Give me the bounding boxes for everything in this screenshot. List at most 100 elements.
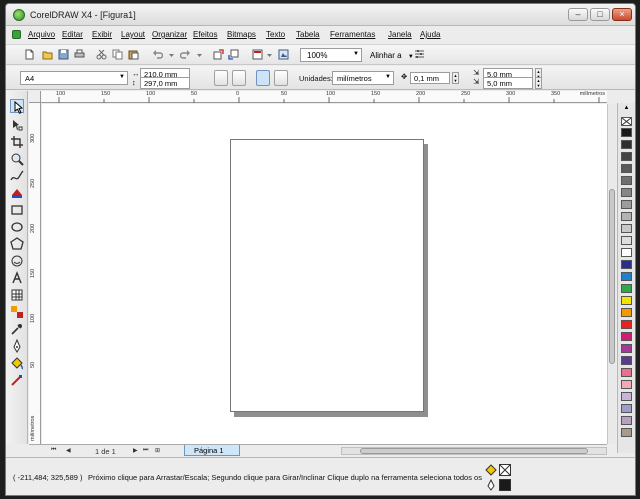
horizontal-ruler[interactable]: 100 150 100 50 0 50 100 150 200 250 300 … <box>41 91 607 103</box>
page-height-field[interactable]: 297,0 mm <box>140 77 190 89</box>
menu-organizar[interactable]: Organizar <box>152 30 187 39</box>
outline-pen-tool-icon[interactable] <box>10 339 24 353</box>
shape-tool-icon[interactable] <box>10 118 24 132</box>
menu-tabela[interactable]: Tabela <box>296 30 320 39</box>
vertical-scroll-thumb[interactable] <box>609 189 615 364</box>
palette-swatch[interactable] <box>621 128 632 137</box>
palette-swatch[interactable] <box>621 308 632 317</box>
ellipse-tool-icon[interactable] <box>10 220 24 234</box>
undo-icon[interactable] <box>152 49 163 60</box>
export-icon[interactable] <box>228 49 239 60</box>
document-menu-icon[interactable] <box>12 30 21 39</box>
palette-swatch[interactable] <box>621 152 632 161</box>
open-folder-icon[interactable] <box>42 49 53 60</box>
freehand-tool-icon[interactable] <box>10 169 24 183</box>
nudge-distance-field[interactable]: 0,1 mm <box>410 72 450 84</box>
nudge-spinner[interactable]: ▲ ▼ <box>452 72 459 84</box>
close-button[interactable]: × <box>612 8 632 21</box>
import-icon[interactable] <box>213 49 224 60</box>
application-launcher-icon[interactable] <box>252 49 263 60</box>
launcher-dropdown-icon[interactable] <box>264 49 275 60</box>
units-combo[interactable]: milímetros ▼ <box>332 71 394 85</box>
eyedropper-tool-icon[interactable] <box>10 322 24 336</box>
palette-swatch[interactable] <box>621 272 632 281</box>
zoom-level-combo[interactable]: 100% ▼ <box>300 48 362 62</box>
palette-swatch[interactable] <box>621 224 632 233</box>
palette-swatch[interactable] <box>621 212 632 221</box>
palette-swatch[interactable] <box>621 260 632 269</box>
palette-swatch[interactable] <box>621 284 632 293</box>
print-icon[interactable] <box>74 49 85 60</box>
palette-swatch[interactable] <box>621 248 632 257</box>
outline-color-swatch[interactable] <box>499 479 511 491</box>
snap-to-dropdown[interactable]: Alinhar a ▼ <box>370 51 414 60</box>
palette-swatch[interactable] <box>621 380 632 389</box>
palette-swatch[interactable] <box>621 296 632 305</box>
menu-layout[interactable]: Layout <box>121 30 145 39</box>
current-page-button[interactable] <box>274 70 288 86</box>
menu-janela[interactable]: Janela <box>388 30 412 39</box>
palette-scroll-up-icon[interactable]: ▲ <box>621 105 632 114</box>
table-tool-icon[interactable] <box>10 288 24 302</box>
portrait-orientation-button[interactable] <box>214 70 228 86</box>
next-page-icon[interactable]: ▶ <box>133 447 138 454</box>
horizontal-scroll-thumb[interactable] <box>360 448 588 454</box>
zoom-tool-icon[interactable] <box>10 152 24 166</box>
menu-ferramentas[interactable]: Ferramentas <box>330 30 375 39</box>
ruler-origin-corner[interactable] <box>29 91 41 103</box>
paste-icon[interactable] <box>128 49 139 60</box>
copy-icon[interactable] <box>112 49 123 60</box>
palette-swatch[interactable] <box>621 320 632 329</box>
all-pages-button[interactable] <box>256 70 270 86</box>
palette-swatch[interactable] <box>621 392 632 401</box>
basic-shapes-tool-icon[interactable] <box>10 254 24 268</box>
drawing-canvas[interactable] <box>42 104 607 444</box>
maximize-button[interactable]: □ <box>590 8 610 21</box>
palette-swatch[interactable] <box>621 140 632 149</box>
menu-ajuda[interactable]: Ajuda <box>420 30 440 39</box>
interactive-fill-tool-icon[interactable] <box>10 373 24 387</box>
vertical-scrollbar[interactable] <box>607 104 616 444</box>
menu-arquivo[interactable]: Arquivo <box>28 30 55 39</box>
palette-swatch[interactable] <box>621 368 632 377</box>
first-page-icon[interactable]: ⏮ <box>51 447 56 454</box>
palette-swatch[interactable] <box>621 428 632 437</box>
duplicate-distance-y-field[interactable]: 5,0 mm <box>483 77 533 89</box>
menu-bitmaps[interactable]: Bitmaps <box>227 30 256 39</box>
fill-tool-icon[interactable] <box>10 356 24 370</box>
no-fill-swatch[interactable] <box>499 464 511 476</box>
palette-swatch[interactable] <box>621 416 632 425</box>
palette-swatch[interactable] <box>621 236 632 245</box>
horizontal-scrollbar[interactable] <box>341 447 607 455</box>
menu-texto[interactable]: Texto <box>266 30 285 39</box>
page-tab[interactable]: Página 1 <box>184 445 240 456</box>
palette-swatch[interactable] <box>621 176 632 185</box>
menu-editar[interactable]: Editar <box>62 30 83 39</box>
smart-fill-tool-icon[interactable] <box>10 186 24 200</box>
cut-icon[interactable] <box>96 49 107 60</box>
palette-swatch[interactable] <box>621 200 632 209</box>
crop-tool-icon[interactable] <box>10 135 24 149</box>
paper-size-combo[interactable]: A4 ▼ <box>20 71 128 85</box>
new-document-icon[interactable] <box>24 49 35 60</box>
redo-dropdown-icon[interactable] <box>194 49 205 60</box>
menu-exibir[interactable]: Exibir <box>92 30 112 39</box>
rectangle-tool-icon[interactable] <box>10 203 24 217</box>
palette-swatch[interactable] <box>621 356 632 365</box>
undo-dropdown-icon[interactable] <box>166 49 177 60</box>
redo-icon[interactable] <box>180 49 191 60</box>
blend-tool-icon[interactable] <box>10 305 24 319</box>
pick-tool-icon[interactable] <box>10 99 24 114</box>
add-page-icon[interactable]: ⊞ <box>155 447 160 454</box>
palette-swatch[interactable] <box>621 344 632 353</box>
previous-page-icon[interactable]: ◀ <box>66 447 71 454</box>
options-icon[interactable] <box>414 49 425 60</box>
duplicate-y-spinner[interactable]: ▲ ▼ <box>535 77 542 89</box>
palette-swatch[interactable] <box>621 164 632 173</box>
drawing-page[interactable] <box>230 139 424 412</box>
palette-swatch[interactable] <box>621 332 632 341</box>
last-page-icon[interactable]: ⏭ <box>143 447 148 454</box>
polygon-tool-icon[interactable] <box>10 237 24 251</box>
save-icon[interactable] <box>58 49 69 60</box>
palette-swatch[interactable] <box>621 404 632 413</box>
